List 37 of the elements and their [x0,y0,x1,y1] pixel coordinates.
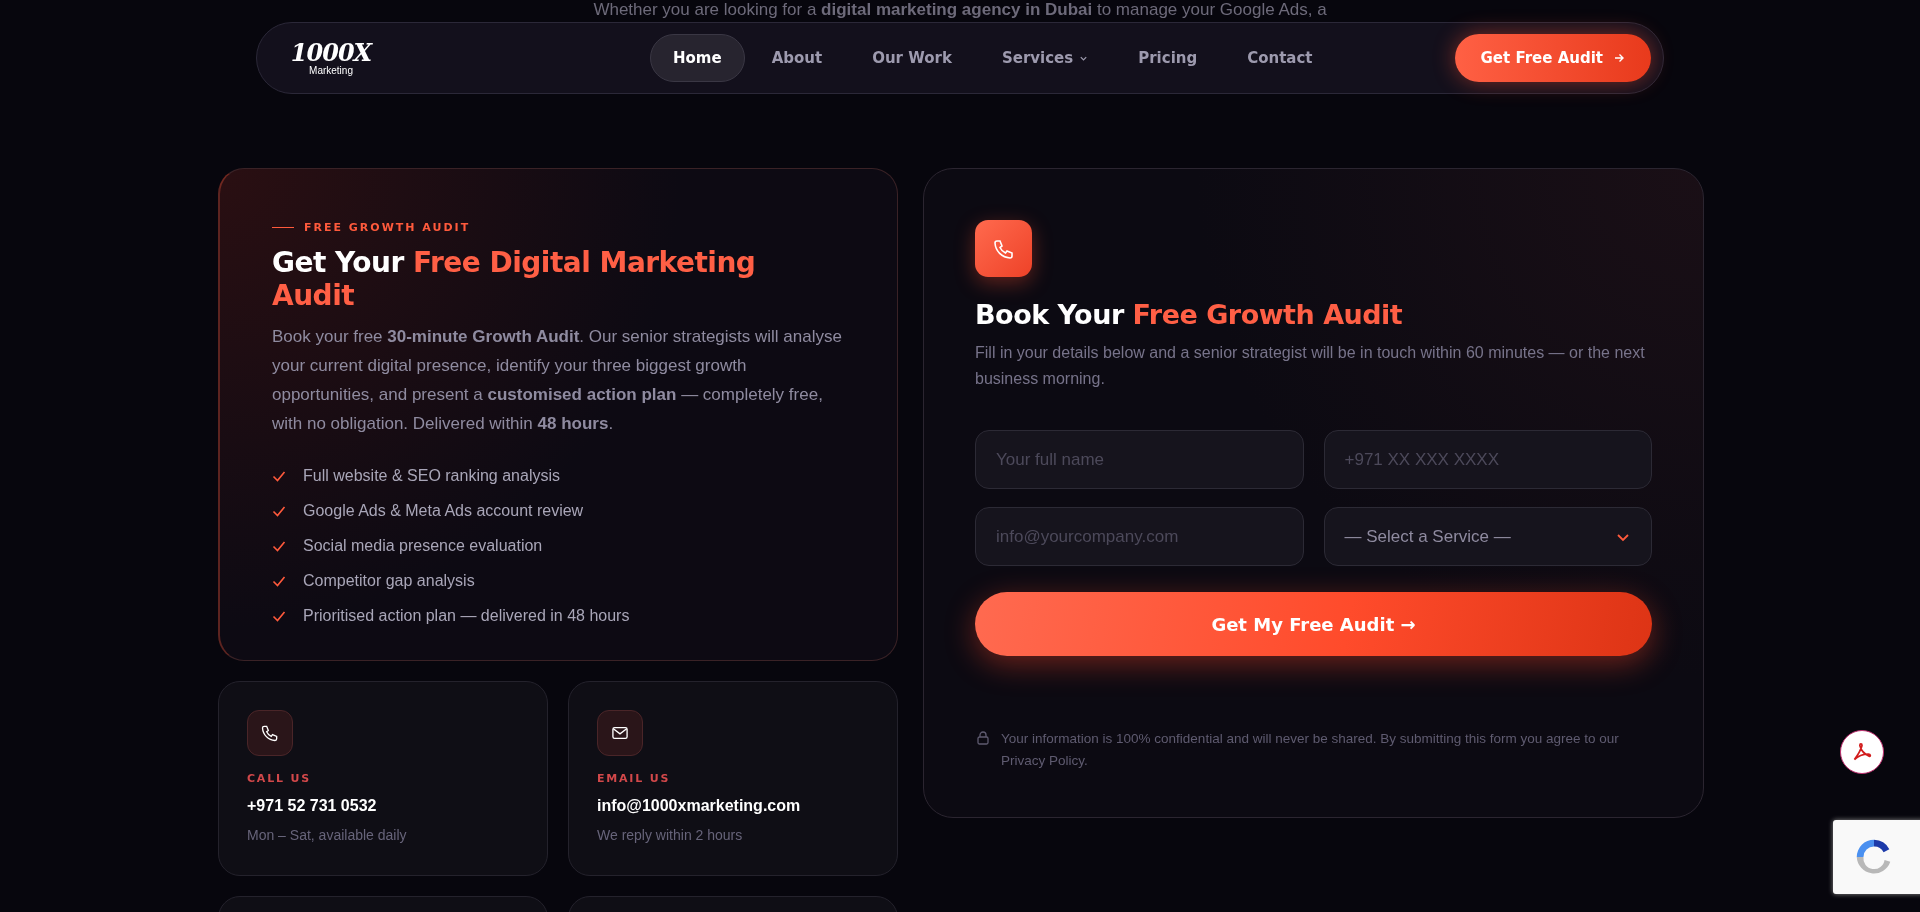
kicker-line [272,227,294,228]
checklist-item: Full website & SEO ranking analysis [303,466,560,486]
checklist-item: Social media presence evaluation [303,536,543,556]
contact-value[interactable]: +971 52 731 0532 [247,797,519,815]
input-field[interactable]: +971 XX XXX XXXX [1323,430,1652,489]
pdf-icon[interactable] [1840,730,1884,774]
audit-heading: Get Your Free Digital Marketing Audit [272,246,757,312]
envelope-icon [597,710,643,756]
nav-link[interactable]: About [748,34,846,82]
contact-label: CALL US [247,772,312,785]
service-dropdown[interactable]: — Select a Service — [1323,507,1652,566]
nav-link[interactable]: Pricing [1115,34,1221,82]
contact-value[interactable]: info@1000xmarketing.com [597,797,869,815]
form-subtitle: Fill in your details below and a senior strategist will be in touch within 60 minutes — or the next business morning. [975,343,1646,389]
arrow-right-icon [1613,52,1625,64]
nav-link[interactable]: Our Work [849,34,975,82]
input-field[interactable]: Your full name [975,430,1304,489]
phone-icon [975,220,1032,277]
form-heading: Book Your Free Growth Audit [975,299,1404,330]
lock-icon [975,730,991,746]
checklist-item: Google Ads & Meta Ads account review [303,501,584,521]
privacy-note: Your information is 100% confidential and will never be shared. By submitting this form you agree to our Privacy Policy. [1001,730,1620,770]
checklist-item: Competitor gap analysis [303,571,475,591]
contact-note: Mon – Sat, available daily [247,827,408,843]
logo[interactable]: 1000X Marketing [281,40,381,76]
intro-text: Whether you are looking for a digital marketing agency in Dubai to manage your Google Ads, a [592,0,1328,20]
contact-label: EMAIL US [597,772,672,785]
kicker-label: FREE GROWTH AUDIT [304,221,471,234]
phone-icon [247,710,293,756]
nav-link[interactable]: Home [649,34,745,82]
recaptcha-badge[interactable] [1833,820,1920,894]
checklist-item: Prioritised action plan — delivered in 48 hours [303,606,630,626]
input-field[interactable]: info@yourcompany.com [975,507,1304,566]
nav-link[interactable]: Contact [1224,34,1336,82]
contact-note: We reply within 2 hours [597,827,744,843]
audit-description: Book your free 30-minute Growth Audit. Our senior strategists will analyse your current digital presence, identify your three biggest growth opportunities, and present a customised action plan — completely free, with no obligation. Delivered within 48 hours. [272,326,843,435]
nav-link[interactable]: Services [978,34,1112,82]
